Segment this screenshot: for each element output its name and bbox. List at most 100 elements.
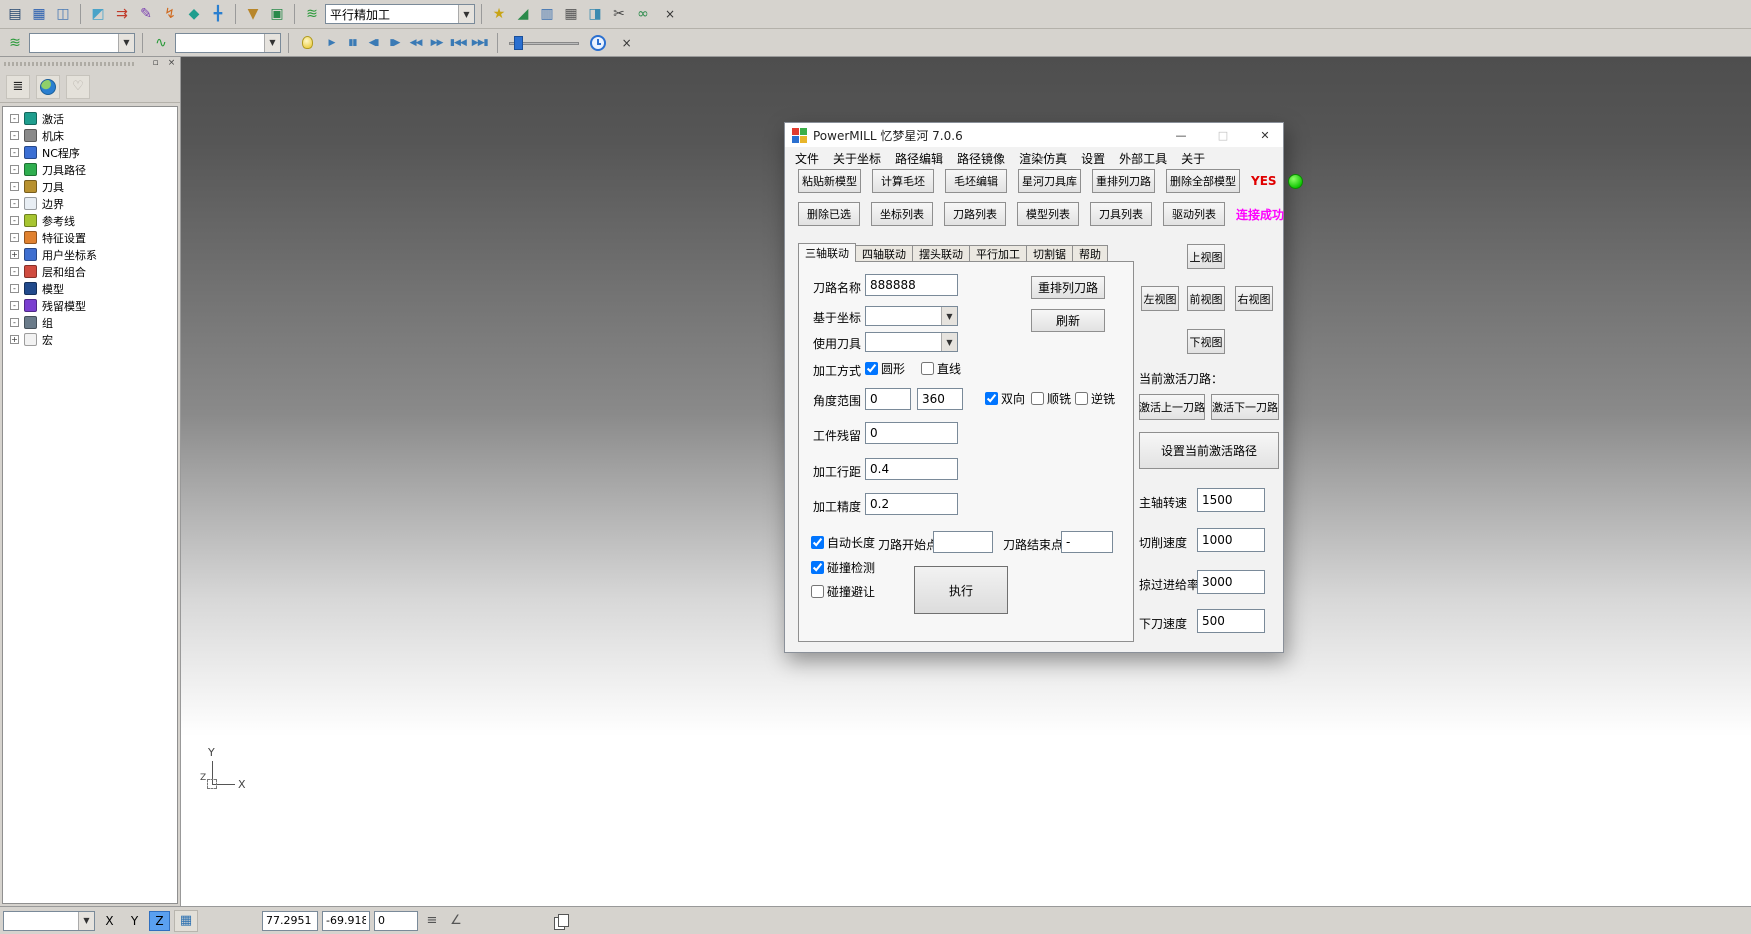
chevron-down-icon[interactable]: ▼ [941,307,957,325]
machining-strategy-combo[interactable]: 平行精加工 ▼ [325,4,475,24]
sim-speed-slider[interactable] [509,34,579,52]
clipboard-icon[interactable]: ◨ [584,3,606,25]
menu-file[interactable]: 文件 [788,148,826,169]
end-point-input[interactable] [1061,531,1113,553]
coord-combo[interactable]: ▼ [865,306,958,326]
sim-toolpath-combo[interactable]: ▼ [29,33,135,53]
left-view-button[interactable]: 左视图 [1141,286,1179,311]
tool-library-button[interactable]: 星河刀具库 [1018,169,1081,193]
start-point-input[interactable] [933,531,993,553]
tree-expander[interactable]: - [10,318,19,327]
tree-expander[interactable]: - [10,199,19,208]
tree-item-levels-sets[interactable]: - 层和组合 [3,263,177,280]
measure-angle-icon[interactable]: ∠ [446,911,466,931]
collision-check-checkbox[interactable]: 碰撞检测 [811,559,875,576]
cursor-z-input[interactable] [374,911,418,931]
measure-icon[interactable]: ◢ [512,3,534,25]
angle-start-input[interactable] [865,388,911,410]
tab-4axis[interactable]: 四轴联动 [855,245,913,262]
tree-item-feature-sets[interactable]: - 特征设置 [3,229,177,246]
workplane-icon[interactable]: ╋ [207,3,229,25]
top-view-button[interactable]: 上视图 [1187,244,1225,269]
execute-button[interactable]: 执行 [914,566,1008,614]
cursor-y-input[interactable] [322,911,370,931]
compute-block-button[interactable]: 计算毛坯 [872,169,934,193]
chevron-down-icon[interactable]: ▼ [78,912,94,930]
activate-prev-toolpath-button[interactable]: 激活上一刀路 [1139,394,1205,420]
tree-item-workplanes[interactable]: + 用户坐标系 [3,246,177,263]
block-icon[interactable]: ◩ [87,3,109,25]
axis-y-button[interactable]: Y [124,911,145,931]
pages-icon[interactable] [554,914,568,928]
tree-expander[interactable]: - [10,267,19,276]
minimize-button[interactable]: — [1163,123,1199,147]
favorites-icon[interactable]: ♡ [66,75,90,99]
tree-item-machine[interactable]: - 机床 [3,127,177,144]
tab-saw[interactable]: 切割锯 [1026,245,1073,262]
go-start-button[interactable]: ▮◀◀ [448,33,468,53]
tool-database-icon[interactable]: ★ [488,3,510,25]
menu-external-tools[interactable]: 外部工具 [1112,148,1174,169]
chevron-down-icon[interactable]: ▼ [941,333,957,351]
save-project-icon[interactable]: ▦ [28,3,50,25]
stock-input[interactable] [865,422,958,444]
axis-z-button[interactable]: Z [149,911,170,931]
close-button[interactable]: ✕ [1247,123,1283,147]
leads-links-icon[interactable]: ↯ [159,3,181,25]
stepover-input[interactable] [865,458,958,480]
list-options-icon[interactable]: ≡ [422,911,442,931]
tree-item-activate[interactable]: - 激活 [3,110,177,127]
model-list-button[interactable]: 模型列表 [1017,202,1079,226]
drive-list-button[interactable]: 驱动列表 [1163,202,1225,226]
tree-expander[interactable]: + [10,335,19,344]
tree-expander[interactable]: - [10,216,19,225]
climb-checkbox[interactable]: 顺铣 [1031,390,1071,407]
tree-expander[interactable]: + [10,250,19,259]
tree-expander[interactable]: - [10,233,19,242]
tool-combo[interactable]: ▼ [865,332,958,352]
slider-handle[interactable] [514,36,523,50]
tab-3axis[interactable]: 三轴联动 [798,243,856,262]
collision-avoid-checkbox[interactable]: 碰撞避让 [811,583,875,600]
menu-render-sim[interactable]: 渲染仿真 [1012,148,1074,169]
toolpath-edit-icon[interactable]: ✎ [135,3,157,25]
tree-item-patterns[interactable]: - 参考线 [3,212,177,229]
right-view-button[interactable]: 右视图 [1235,286,1273,311]
toolbar-close-button[interactable]: × [662,6,678,22]
lightbulb-icon[interactable] [302,36,313,49]
tab-help[interactable]: 帮助 [1072,245,1108,262]
tree-expander[interactable]: - [10,301,19,310]
refresh-button[interactable]: 刷新 [1031,309,1105,332]
tree-item-stock-models[interactable]: - 残留模型 [3,297,177,314]
menu-path-edit[interactable]: 路径编辑 [888,148,950,169]
rearrange-toolpath-button[interactable]: 重排列刀路 [1031,276,1105,299]
tree-item-groups[interactable]: - 组 [3,314,177,331]
bottom-view-button[interactable]: 下视图 [1187,329,1225,354]
tree-item-boundaries[interactable]: - 边界 [3,195,177,212]
pattern-icon[interactable]: ◆ [183,3,205,25]
activate-next-toolpath-button[interactable]: 激活下一刀路 [1211,394,1279,420]
toolpath-name-input[interactable] [865,274,958,296]
angle-end-input[interactable] [917,388,963,410]
spectacles-icon[interactable]: ∞ [632,3,654,25]
spindle-speed-input[interactable] [1197,488,1265,512]
tree-item-models[interactable]: - 模型 [3,280,177,297]
plunge-speed-input[interactable] [1197,609,1265,633]
coord-list-button[interactable]: 坐标列表 [871,202,933,226]
chevron-down-icon[interactable]: ▼ [118,34,134,52]
tree-item-nc-programs[interactable]: - NC程序 [3,144,177,161]
rewind-button[interactable]: ◀◀ [406,33,425,53]
cutting-speed-input[interactable] [1197,528,1265,552]
menu-path-mirror[interactable]: 路径镜像 [950,148,1012,169]
panel-float-button[interactable]: ▫ [149,57,162,69]
conventional-checkbox[interactable]: 逆铣 [1075,390,1115,407]
play-button[interactable]: ▶ [322,33,341,53]
strategy-icon[interactable]: ≋ [301,3,323,25]
tool-create-icon[interactable]: ▼ [242,3,264,25]
tree-expander[interactable]: - [10,182,19,191]
delete-selected-button[interactable]: 删除已选 [798,202,860,226]
circle-checkbox[interactable]: 圆形 [865,360,905,377]
line-checkbox[interactable]: 直线 [921,360,961,377]
tree-expander[interactable]: - [10,148,19,157]
tab-parallel[interactable]: 平行加工 [969,245,1027,262]
